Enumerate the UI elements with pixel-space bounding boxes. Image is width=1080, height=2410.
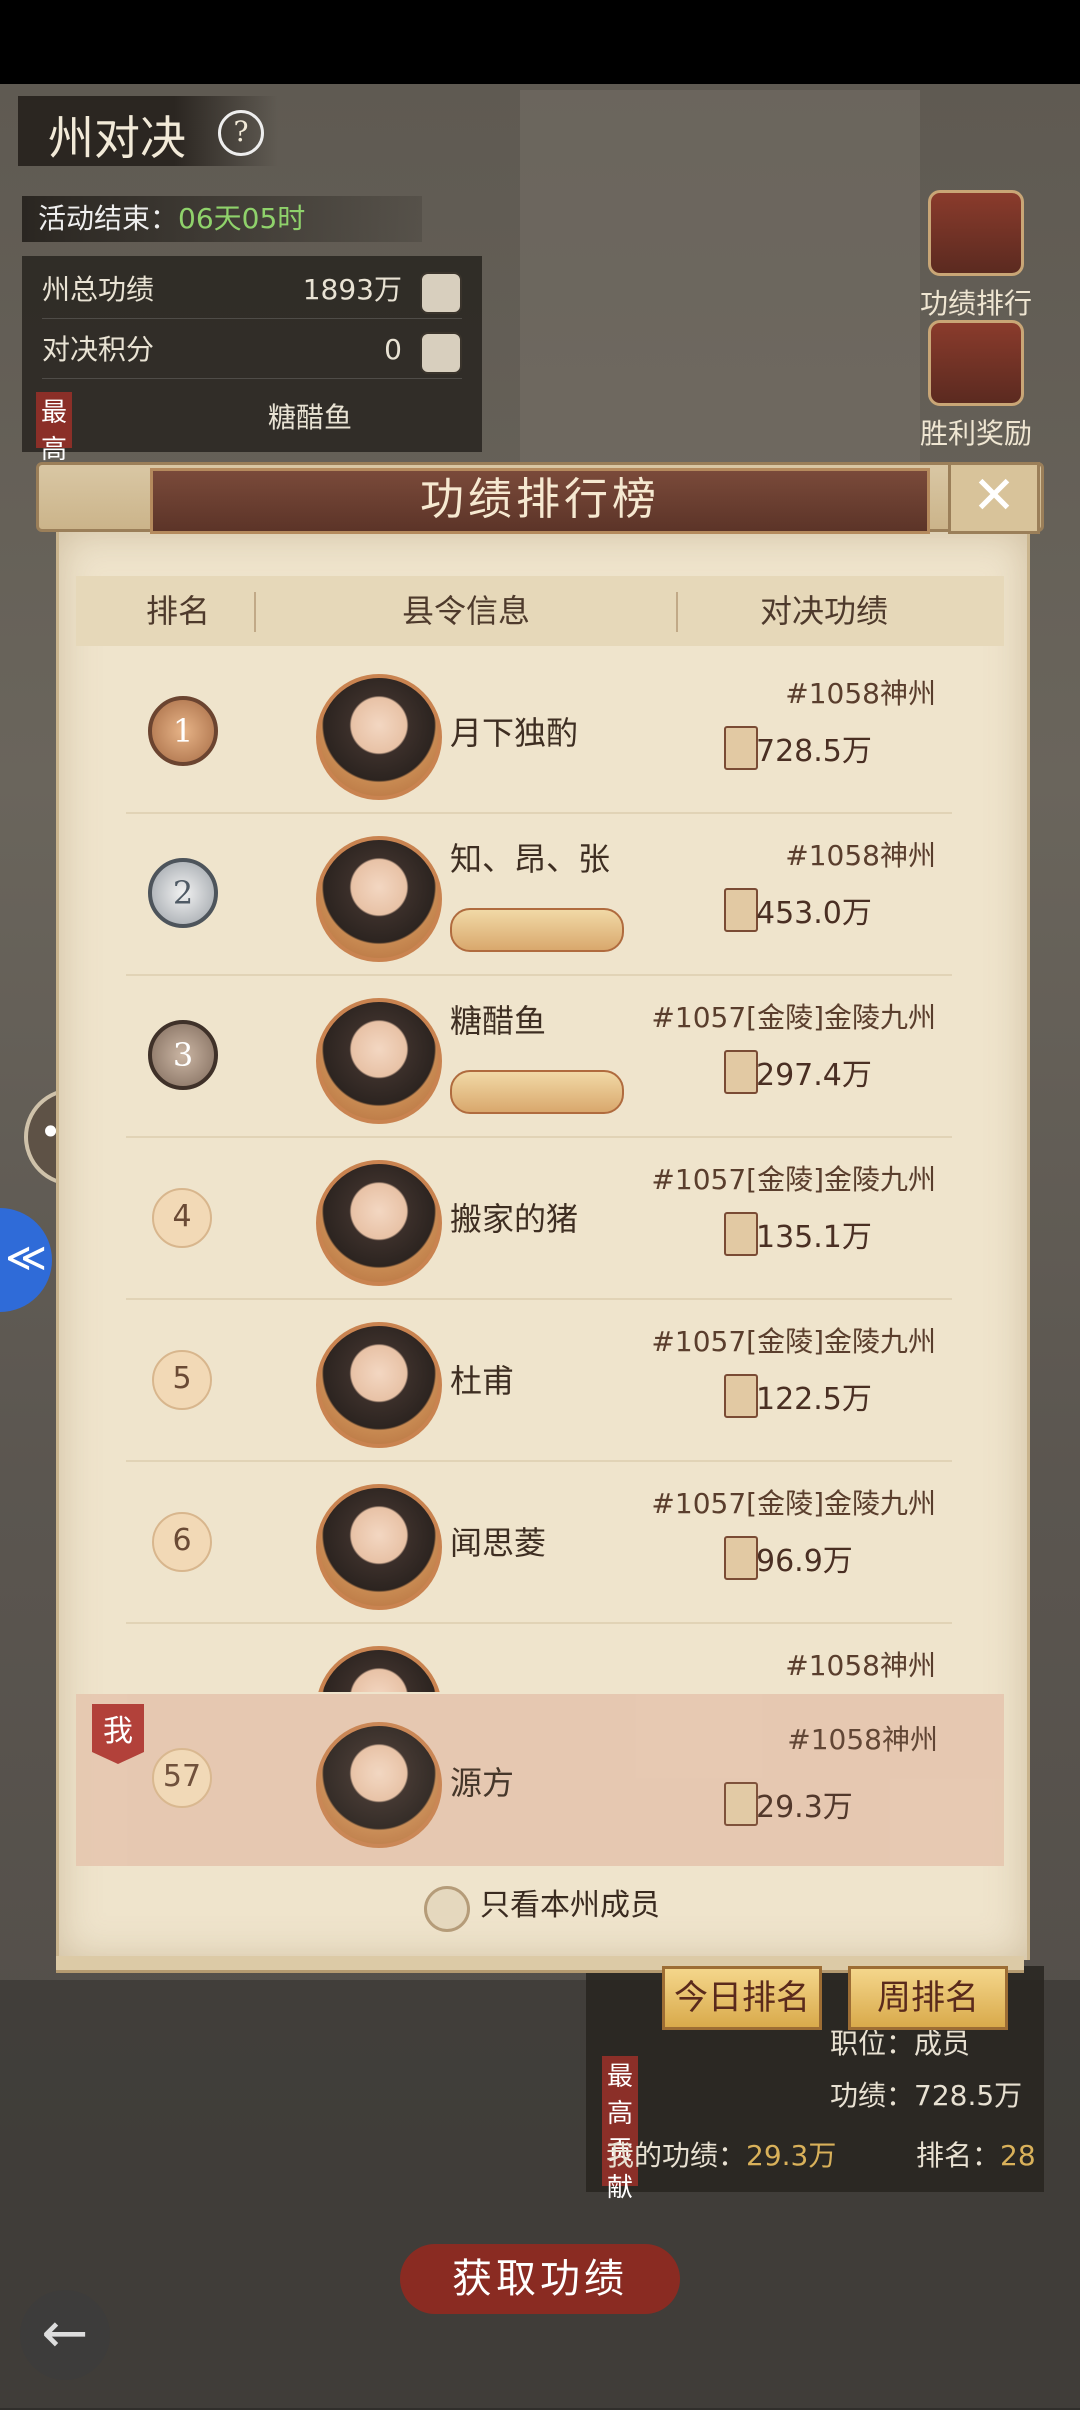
merit-book-icon: [724, 1050, 758, 1094]
player-name: 月下独酌: [450, 714, 579, 752]
table-row[interactable]: 2 知、昂、张 #1058神州 453.0万: [126, 812, 952, 976]
my-merit: 我的功绩：29.3万: [606, 2139, 837, 2172]
table-row[interactable]: 1 月下独酌 #1058神州 728.5万: [126, 650, 952, 814]
rank-medal-bronze: 3: [148, 1020, 218, 1090]
rank-number: 4: [152, 1188, 212, 1248]
filter-radio[interactable]: [424, 1886, 470, 1932]
points-icon[interactable]: [420, 332, 462, 374]
member-merit: 功绩：728.5万: [830, 2079, 1023, 2112]
server-name: #1058神州: [785, 677, 936, 710]
merit-icon[interactable]: [420, 272, 462, 314]
event-title: 州对决 ?: [18, 96, 278, 166]
server-name: #1057[金陵]金陵九州: [651, 1487, 936, 1520]
server-name: #1057[金陵]金陵九州: [651, 1325, 936, 1358]
victory-reward-button[interactable]: 胜利奖励: [916, 320, 1036, 452]
my-rank: 排名：28: [916, 2139, 1036, 2172]
table-row[interactable]: 5 杜甫 #1057[金陵]金陵九州 122.5万: [126, 1298, 952, 1462]
avatar[interactable]: [316, 1322, 442, 1448]
merit-score: 728.5万: [756, 734, 872, 769]
avatar[interactable]: [316, 1646, 442, 1692]
merit-ranking-button[interactable]: 功绩排行: [916, 190, 1036, 322]
table-row-partial[interactable]: #1058神州: [126, 1622, 952, 1692]
merit-score: 135.1万: [756, 1220, 872, 1255]
player-name: 知、昂、张: [450, 840, 611, 878]
title-badge: [450, 908, 624, 952]
me-tag: 我: [92, 1704, 144, 1764]
player-name: 糖醋鱼: [450, 1002, 547, 1040]
table-row[interactable]: 6 闻思菱 #1057[金陵]金陵九州 96.9万: [126, 1460, 952, 1624]
filter-label[interactable]: 只看本州成员: [480, 1886, 660, 1926]
avatar[interactable]: [316, 1160, 442, 1286]
rank-number: 6: [152, 1512, 212, 1572]
close-icon[interactable]: ✕: [948, 462, 1040, 534]
reward-chest-icon: [928, 320, 1024, 406]
rank-number: 5: [152, 1350, 212, 1410]
avatar[interactable]: [316, 998, 442, 1124]
table-header: 排名 县令信息 对决功绩: [76, 576, 1004, 646]
avatar[interactable]: [316, 836, 442, 962]
merit-score: 96.9万: [756, 1544, 853, 1579]
server-name: #1058神州: [785, 1649, 936, 1682]
table-row[interactable]: 4 搬家的猪 #1057[金陵]金陵九州 135.1万: [126, 1136, 952, 1300]
column-magistrate-info: 县令信息: [402, 592, 531, 630]
merit-book-icon: [724, 1536, 758, 1580]
my-merit-score: 29.3万: [756, 1790, 853, 1825]
my-server-name: #1058神州: [787, 1723, 938, 1756]
dialog-title: 功绩排行榜: [150, 468, 930, 534]
help-icon[interactable]: ?: [218, 110, 264, 156]
tab-today-ranking[interactable]: 今日排名: [662, 1966, 822, 2030]
top-contributor-name: 糖醋鱼: [268, 401, 353, 434]
state-summary-panel: 州总功绩 1893万 对决积分 0 最高 糖醋鱼: [22, 256, 482, 465]
my-rank-row[interactable]: 57 源方 #1058神州 29.3万: [76, 1694, 1004, 1866]
avatar[interactable]: [316, 1484, 442, 1610]
merit-book-icon: [724, 1212, 758, 1256]
server-name: #1057[金陵]金陵九州: [651, 1163, 936, 1196]
rank-medal-silver: 2: [148, 858, 218, 928]
back-icon[interactable]: ←: [20, 2290, 110, 2380]
my-rank-number: 57: [152, 1748, 212, 1808]
merit-score: 297.4万: [756, 1058, 872, 1093]
merit-book-icon: [724, 888, 758, 932]
server-name: #1058神州: [785, 839, 936, 872]
event-timer: 活动结束：06天05时: [22, 196, 422, 242]
my-avatar[interactable]: [316, 1722, 442, 1848]
top-contributor-tag: 最高: [36, 392, 72, 465]
table-row[interactable]: 3 糖醋鱼 #1057[金陵]金陵九州 297.4万: [126, 974, 952, 1138]
total-merit-row: 州总功绩 1893万: [42, 262, 462, 319]
merit-book-icon: [724, 1374, 758, 1418]
merit-score: 453.0万: [756, 896, 872, 931]
column-rank: 排名: [146, 592, 211, 630]
rank-medal-gold: 1: [148, 696, 218, 766]
tab-weekly-ranking[interactable]: 周排名: [848, 1966, 1008, 2030]
player-name: 搬家的猪: [450, 1200, 579, 1238]
get-merit-button[interactable]: 获取功绩: [400, 2244, 680, 2314]
player-name: 闻思菱: [450, 1524, 547, 1562]
avatar[interactable]: [316, 674, 442, 800]
merit-book-icon: [724, 726, 758, 770]
column-battle-merit: 对决功绩: [760, 592, 889, 630]
merit-book-icon: [724, 1782, 758, 1826]
ranking-scroll-icon: [928, 190, 1024, 276]
player-name: 杜甫: [450, 1362, 515, 1400]
title-badge: [450, 1070, 624, 1114]
server-name: #1057[金陵]金陵九州: [651, 1001, 936, 1034]
merit-score: 122.5万: [756, 1382, 872, 1417]
battle-points-row: 对决积分 0: [42, 322, 462, 379]
my-name: 源方: [450, 1764, 515, 1802]
